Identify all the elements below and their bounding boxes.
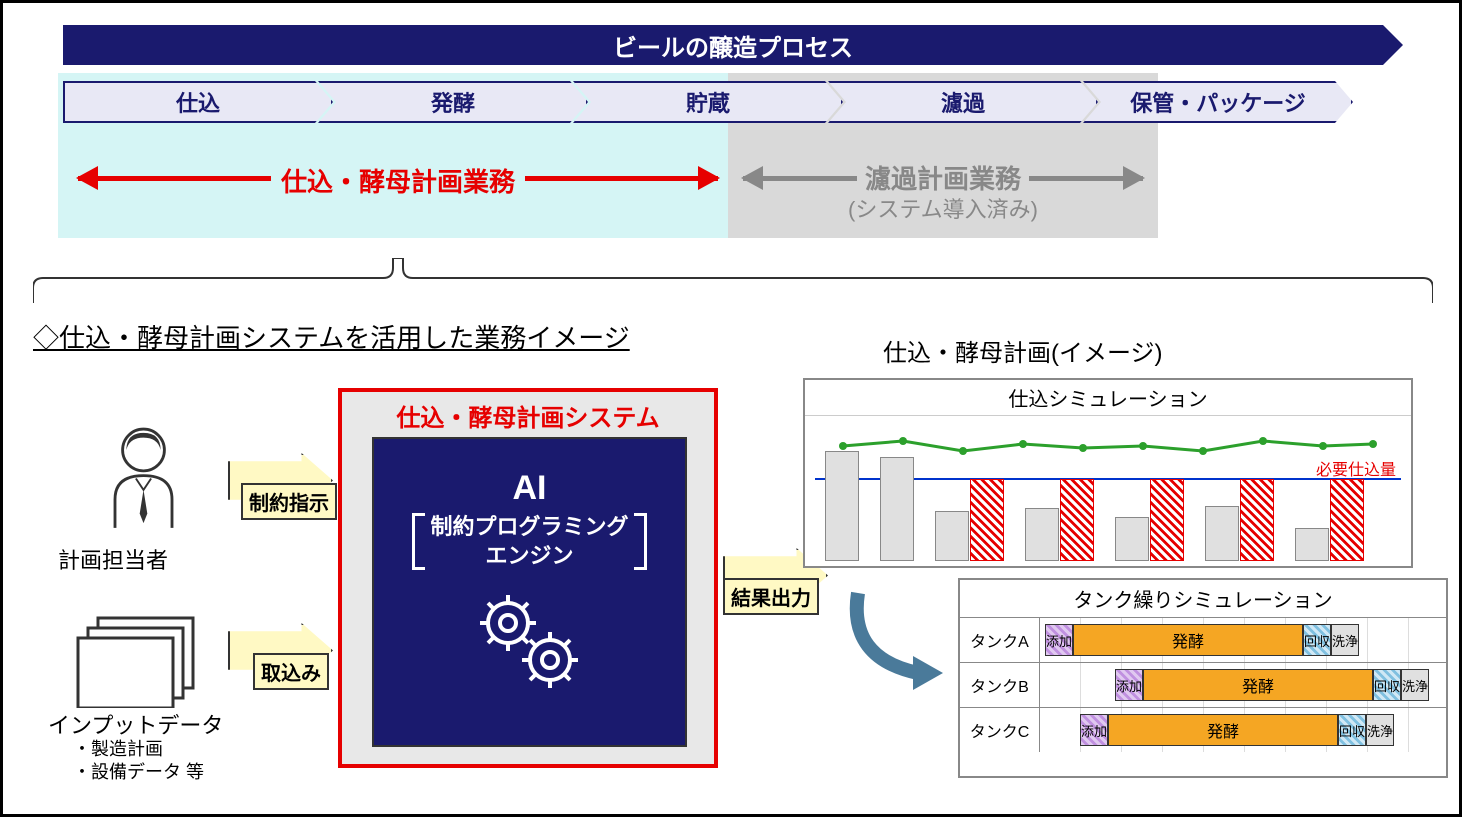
gantt-collect: 回収 — [1303, 624, 1331, 656]
gantt-collect: 回収 — [1338, 714, 1366, 746]
gantt-collect: 回収 — [1373, 669, 1401, 701]
ai-main-label: AI — [374, 469, 685, 508]
simulation-chart: 仕込シミュレーション 必要仕込量 — [803, 378, 1413, 568]
person-icon — [88, 423, 198, 538]
gantt-add: 添加 — [1045, 624, 1073, 656]
gantt-add: 添加 — [1115, 669, 1143, 701]
scope-red-label: 仕込・酵母計画業務 — [271, 162, 525, 199]
tank-a-label: タンクA — [960, 618, 1040, 662]
sim-chart-area: 必要仕込量 — [805, 416, 1411, 566]
scope-arrow-gray: 濾過計画業務 (システム導入済み) — [743, 158, 1143, 228]
tank-b-label: タンクB — [960, 663, 1040, 707]
ai-system-title: 仕込・酵母計画システム — [342, 398, 714, 433]
gantt-clean: 洗浄 — [1331, 624, 1359, 656]
output-title: 仕込・酵母計画(イメージ) — [883, 333, 1163, 368]
gantt-add: 添加 — [1080, 714, 1108, 746]
curve-arrow-icon — [843, 588, 953, 698]
tank-c-label: タンクC — [960, 708, 1040, 752]
process-steps-row: 仕込 発酵 貯蔵 濾過 保管・パッケージ — [63, 81, 1353, 123]
docs-label: インプットデータ — [48, 708, 223, 740]
documents-icon — [73, 613, 203, 713]
gantt-clean: 洗浄 — [1401, 669, 1429, 701]
docs-sublabels: ・製造計画 ・設備データ 等 — [73, 738, 204, 785]
scope-gray-sublabel: (システム導入済み) — [848, 192, 1038, 224]
sim-chart-title: 仕込シミュレーション — [805, 380, 1411, 416]
flow-label-import: 取込み — [253, 653, 329, 690]
sim-green-line — [805, 416, 1411, 566]
section-heading: ◇仕込・酵母計画システムを活用した業務イメージ — [33, 318, 630, 355]
gantt-ferment: 発酵 — [1143, 669, 1373, 701]
ai-system-box: 仕込・酵母計画システム AI 制約プログラミング エンジン — [338, 388, 718, 768]
bracket-connector — [33, 258, 1433, 303]
gantt-ferment: 発酵 — [1073, 624, 1303, 656]
tank-chart-title: タンク繰りシミュレーション — [960, 580, 1446, 617]
gears-icon — [374, 585, 685, 700]
tank-row-b: タンクB 添加 発酵 回収 洗浄 — [960, 662, 1446, 707]
ai-sub-bracket: 制約プログラミング エンジン — [412, 513, 646, 570]
gantt-clean: 洗浄 — [1366, 714, 1394, 746]
step-hokan: 保管・パッケージ — [1083, 81, 1353, 123]
tank-row-c: タンクC 添加 発酵 回収 洗浄 — [960, 707, 1446, 752]
ai-engine-box: AI 制約プログラミング エンジン — [372, 437, 687, 747]
tank-gantt-chart: タンク繰りシミュレーション タンクA 添加 発酵 回収 洗浄 タンクB 添加 発… — [958, 578, 1448, 778]
step-shikomi: 仕込 — [63, 81, 333, 123]
scope-arrow-red: 仕込・酵母計画業務 — [78, 158, 718, 218]
step-hakko: 発酵 — [318, 81, 588, 123]
process-title-banner: ビールの醸造プロセス — [63, 25, 1403, 65]
flow-label-constraint: 制約指示 — [241, 483, 337, 520]
flow-label-output: 結果出力 — [723, 578, 819, 615]
step-roka: 濾過 — [828, 81, 1098, 123]
person-label: 計画担当者 — [58, 543, 168, 575]
gantt-ferment: 発酵 — [1108, 714, 1338, 746]
tank-row-a: タンクA 添加 発酵 回収 洗浄 — [960, 617, 1446, 662]
step-chozo: 貯蔵 — [573, 81, 843, 123]
scope-gray-label: 濾過計画業務 — [857, 159, 1029, 196]
